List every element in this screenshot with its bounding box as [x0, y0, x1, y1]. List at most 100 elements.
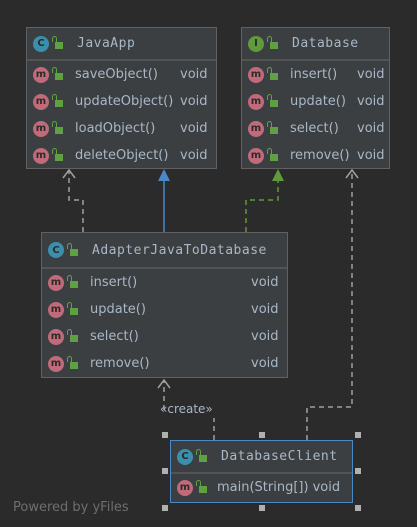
method-type: void	[357, 67, 385, 82]
method-name: saveObject()	[75, 67, 158, 82]
method-name: update()	[290, 94, 346, 109]
method-type: void	[180, 121, 208, 136]
method-name: updateObject()	[75, 94, 174, 109]
class-header: I Database	[242, 28, 389, 61]
public-lock-icon	[52, 148, 63, 161]
method-row[interactable]: m update() void	[242, 88, 389, 115]
public-lock-icon	[267, 148, 278, 161]
method-name: remove()	[90, 356, 150, 371]
method-type: void	[357, 121, 385, 136]
method-icon: m	[33, 93, 49, 110]
dependency-adapter-to-javaapp	[68, 170, 84, 232]
method-icon: m	[48, 274, 64, 291]
public-lock-icon	[267, 36, 278, 49]
public-lock-icon	[67, 329, 78, 342]
method-name: insert()	[90, 275, 138, 290]
resize-handle[interactable]	[355, 432, 361, 438]
method-type: void	[357, 148, 385, 163]
public-lock-icon	[196, 449, 207, 462]
method-type: void	[251, 356, 279, 371]
class-header: C JavaApp	[27, 28, 216, 61]
dependency-client-to-database	[306, 170, 353, 440]
method-icon: m	[33, 120, 49, 137]
resize-handle[interactable]	[355, 505, 361, 511]
class-icon: C	[33, 35, 49, 52]
method-name: select()	[290, 121, 339, 136]
method-icon: m	[48, 355, 64, 372]
realization-adapter-to-database	[245, 180, 279, 232]
method-name: main(String[])	[217, 480, 309, 495]
public-lock-icon	[52, 94, 63, 107]
abstract-method-icon: m	[248, 93, 264, 110]
abstract-method-icon: m	[248, 66, 264, 83]
class-name: DatabaseClient	[221, 449, 338, 464]
method-icon: m	[48, 301, 64, 318]
class-name: Database	[292, 36, 359, 51]
public-lock-icon	[52, 67, 63, 80]
method-row[interactable]: m insert() void	[42, 269, 287, 296]
method-icon: m	[33, 147, 49, 164]
method-row[interactable]: m deleteObject() void	[27, 142, 216, 169]
resize-handle[interactable]	[259, 432, 265, 438]
powered-by-label: Powered by yFiles	[13, 500, 129, 515]
interface-database[interactable]: I Database m insert() void m update() void m s…	[241, 27, 390, 169]
method-name: remove()	[290, 148, 350, 163]
realization-arrowhead	[272, 169, 284, 181]
class-icon: C	[48, 242, 64, 258]
abstract-method-icon: m	[248, 147, 264, 164]
method-row[interactable]: m remove() void	[242, 142, 389, 169]
method-type: void	[251, 329, 279, 344]
method-name: select()	[90, 329, 139, 344]
resize-handle[interactable]	[259, 505, 265, 511]
public-lock-icon	[52, 36, 63, 49]
class-header: C DatabaseClient	[171, 441, 352, 474]
method-row[interactable]: m update() void	[42, 296, 287, 323]
public-lock-icon	[267, 94, 278, 107]
resize-handle[interactable]	[355, 468, 361, 474]
method-row[interactable]: m loadObject() void	[27, 115, 216, 142]
method-row[interactable]: m select() void	[242, 115, 389, 142]
runnable-class-icon: C	[177, 448, 193, 465]
method-type: void	[251, 275, 279, 290]
method-row[interactable]: m updateObject() void	[27, 88, 216, 115]
method-icon: m	[33, 66, 49, 83]
method-type: void	[180, 67, 208, 82]
method-name: loadObject()	[75, 121, 156, 136]
method-name: update()	[90, 302, 146, 317]
public-lock-icon	[52, 121, 63, 134]
method-name: insert()	[290, 67, 338, 82]
method-row[interactable]: m select() void	[42, 323, 287, 350]
class-name: AdapterJavaToDatabase	[92, 242, 267, 258]
public-lock-icon	[267, 121, 278, 134]
inheritance-arrowhead	[158, 169, 170, 181]
class-databaseclient[interactable]: C DatabaseClient m main(String[]) void	[170, 440, 353, 503]
public-lock-icon	[67, 302, 78, 315]
method-type: void	[180, 94, 208, 109]
public-lock-icon	[267, 67, 278, 80]
resize-handle[interactable]	[162, 468, 168, 474]
method-type: void	[251, 302, 279, 317]
interface-icon: I	[248, 35, 264, 52]
class-name: JavaApp	[77, 36, 136, 51]
public-lock-icon	[67, 242, 78, 256]
abstract-method-icon: m	[248, 120, 264, 137]
method-type: void	[180, 148, 208, 163]
method-row[interactable]: m insert() void	[242, 61, 389, 88]
method-row[interactable]: m remove() void	[42, 350, 287, 377]
class-javaapp[interactable]: C JavaApp m saveObject() void m updateObject…	[26, 27, 217, 169]
method-type: void	[357, 94, 385, 109]
static-method-icon: m	[177, 479, 193, 496]
resize-handle[interactable]	[162, 505, 168, 511]
class-adapter[interactable]: C AdapterJavaToDatabase m insert() void m up…	[41, 232, 288, 378]
public-lock-icon	[67, 356, 78, 369]
class-header: C AdapterJavaToDatabase	[42, 233, 287, 269]
create-label: «create»	[160, 402, 213, 416]
public-lock-icon	[196, 480, 207, 493]
method-icon: m	[48, 328, 64, 345]
resize-handle[interactable]	[162, 432, 168, 438]
method-row[interactable]: m saveObject() void	[27, 61, 216, 88]
method-name: deleteObject()	[75, 148, 169, 163]
method-type: void	[312, 480, 341, 495]
method-row[interactable]: m main(String[]) void	[171, 474, 352, 501]
public-lock-icon	[67, 275, 78, 288]
